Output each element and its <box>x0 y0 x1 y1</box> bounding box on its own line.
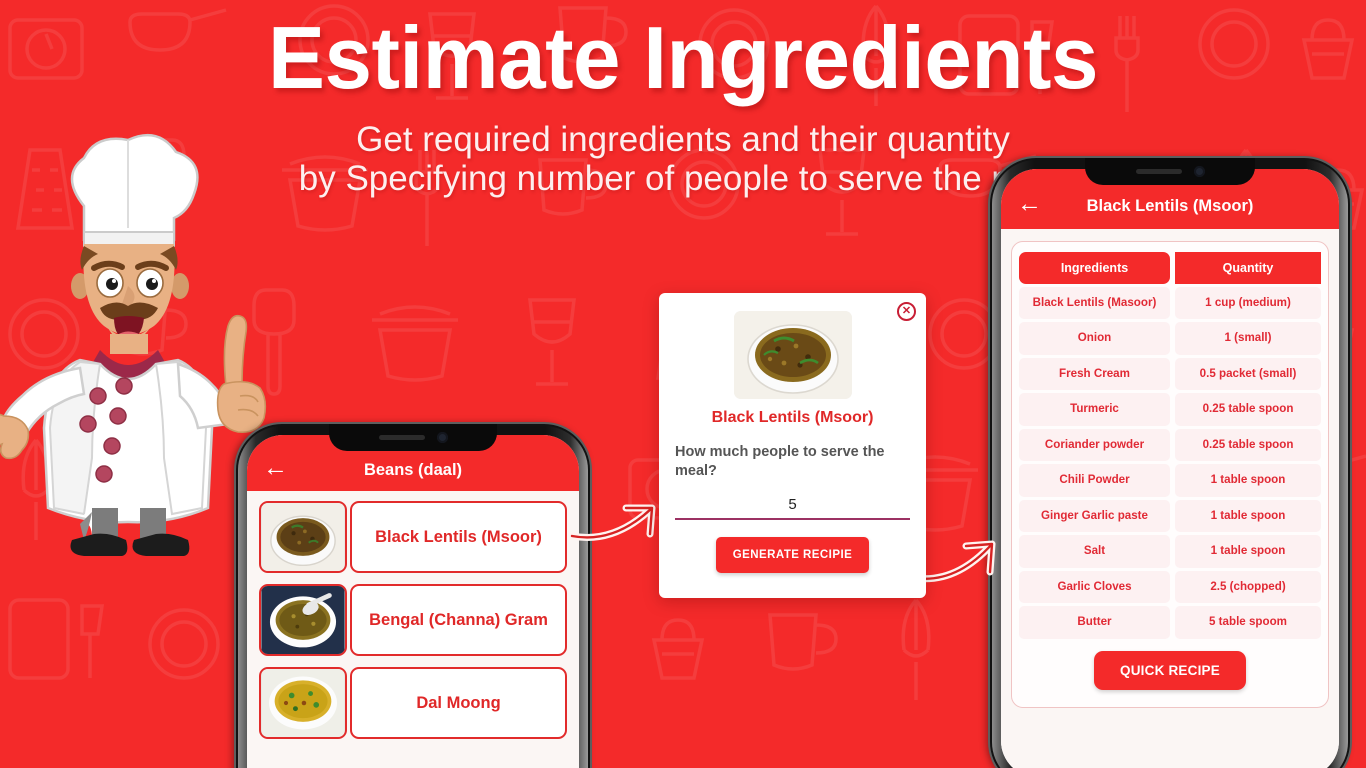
cell-quantity: 1 table spoon <box>1175 464 1321 497</box>
chef-mascot-illustration <box>0 133 267 556</box>
table-row: Fresh Cream 0.5 packet (small) <box>1019 357 1321 391</box>
table-row: Garlic Cloves 2.5 (chopped) <box>1019 570 1321 604</box>
phone-left-notch <box>329 424 497 451</box>
generate-recipe-button[interactable]: GENERATE RECIPIE <box>715 537 870 574</box>
cell-quantity: 2.5 (chopped) <box>1175 570 1321 604</box>
flow-arrow-dialog-to-result <box>912 540 996 583</box>
dish-name-label: Dal Moong <box>350 667 567 739</box>
front-camera-icon <box>1193 166 1205 177</box>
cell-quantity: 1 table spoon <box>1175 499 1321 533</box>
cell-ingredient: Onion <box>1019 322 1170 355</box>
phone-right-title: Black Lentils (Msoor) <box>1086 196 1254 215</box>
arrow-left-icon[interactable]: ← <box>1017 191 1042 217</box>
dish-name-label: Black Lentils (Msoor) <box>350 501 567 573</box>
cell-ingredient: Coriander powder <box>1019 428 1170 462</box>
ingredients-card: Ingredients Quantity Black Lentils (Maso… <box>1011 241 1329 708</box>
quick-recipe-row: QUICK RECIPE <box>1019 642 1321 700</box>
table-row: Butter 5 table spoom <box>1019 606 1321 639</box>
cell-ingredient: Fresh Cream <box>1019 357 1170 391</box>
dialog-dish-image <box>733 311 852 399</box>
phone-left-title: Beans (daal) <box>363 460 463 479</box>
ingredients-content: Ingredients Quantity Black Lentils (Maso… <box>1001 229 1339 768</box>
earpiece-speaker <box>378 435 425 440</box>
cell-quantity: 0.25 table spoon <box>1175 428 1321 462</box>
dish-thumbnail-bengal-gram <box>259 584 347 656</box>
servings-input-wrap <box>675 496 910 521</box>
cell-ingredient: Black Lentils (Masoor) <box>1019 287 1170 320</box>
serving-size-dialog: ✕ Black Lentils (Msoor) How much people … <box>659 293 926 598</box>
cell-quantity: 5 table spoom <box>1175 606 1321 639</box>
column-header-quantity: Quantity <box>1175 252 1321 284</box>
ingredients-table: Ingredients Quantity Black Lentils (Maso… <box>1019 249 1321 642</box>
cell-ingredient: Turmeric <box>1019 393 1170 426</box>
table-row: Ginger Garlic paste 1 table spoon <box>1019 499 1321 533</box>
cell-quantity: 0.5 packet (small) <box>1175 357 1321 391</box>
cell-ingredient: Butter <box>1019 606 1170 639</box>
dish-list: Black Lentils (Msoor) Bengal (Channa) Gr… <box>247 491 579 768</box>
servings-input[interactable] <box>675 496 910 514</box>
front-camera-icon <box>436 432 448 443</box>
dish-name-label: Bengal (Channa) Gram <box>350 584 567 656</box>
dialog-question-label: How much people to serve the meal? <box>675 444 885 479</box>
cell-quantity: 0.25 table spoon <box>1175 393 1321 426</box>
table-row: Black Lentils (Masoor) 1 cup (medium) <box>1019 287 1321 320</box>
list-item[interactable]: Dal Moong <box>259 667 567 739</box>
dialog-dish-title: Black Lentils (Msoor) <box>711 409 874 426</box>
arrow-left-icon[interactable]: ← <box>263 455 288 481</box>
earpiece-speaker <box>1135 169 1182 174</box>
dish-thumbnail-black-lentils <box>259 501 347 573</box>
table-row: Turmeric 0.25 table spoon <box>1019 393 1321 426</box>
phone-right-screen: ← Black Lentils (Msoor) Ingredients Quan… <box>1001 169 1339 768</box>
cell-quantity: 1 (small) <box>1175 322 1321 355</box>
list-item[interactable]: Bengal (Channa) Gram <box>259 584 567 656</box>
dialog-action-row: GENERATE RECIPIE <box>675 537 910 574</box>
table-row: Salt 1 table spoon <box>1019 535 1321 568</box>
phone-right-notch <box>1085 158 1255 185</box>
cell-quantity: 1 cup (medium) <box>1175 287 1321 320</box>
close-circle-icon[interactable]: ✕ <box>897 302 916 321</box>
dish-thumbnail-dal-moong <box>259 667 347 739</box>
list-item[interactable]: Black Lentils (Msoor) <box>259 501 567 573</box>
ingredients-table-body: Black Lentils (Masoor) 1 cup (medium) On… <box>1019 287 1321 639</box>
phone-mockup-dish-list: ← Beans (daal) Black Lentils (Msoor) Ben… <box>236 424 590 768</box>
cell-ingredient: Chili Powder <box>1019 464 1170 497</box>
page-title: Estimate Ingredients <box>268 8 1098 107</box>
quick-recipe-button[interactable]: QUICK RECIPE <box>1094 650 1246 690</box>
table-row: Onion 1 (small) <box>1019 322 1321 355</box>
column-header-ingredients: Ingredients <box>1019 252 1170 284</box>
phone-mockup-ingredients-result: ← Black Lentils (Msoor) Ingredients Quan… <box>990 158 1350 768</box>
table-row: Chili Powder 1 table spoon <box>1019 464 1321 497</box>
table-header-row: Ingredients Quantity <box>1019 252 1321 284</box>
cell-quantity: 1 table spoon <box>1175 535 1321 568</box>
phone-left-screen: ← Beans (daal) Black Lentils (Msoor) Ben… <box>247 435 579 768</box>
table-row: Coriander powder 0.25 table spoon <box>1019 428 1321 462</box>
